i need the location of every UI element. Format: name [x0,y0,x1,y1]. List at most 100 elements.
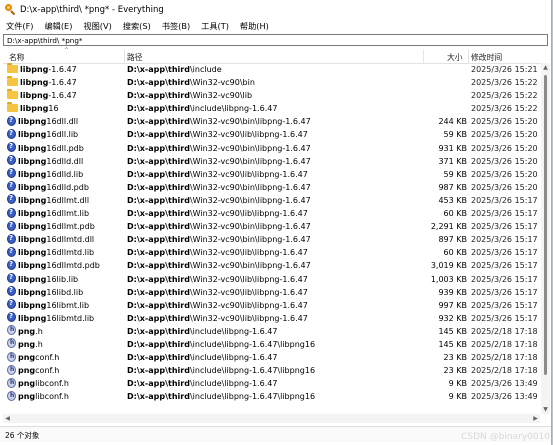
result-name: libpng16libmtd.lib [7,312,125,325]
name-rest: 16dllmtd.pdb [46,261,100,271]
path-match: D:\x-app\third [127,209,190,219]
path-match: D:\x-app\third [127,274,190,284]
result-row[interactable]: libpng16libmt.libD:\x-app\third\Win32-vc… [3,299,540,312]
folder-icon [7,63,18,73]
result-size: 9 KB [448,379,467,389]
path-rest: \include\libpng-1.6.47\libpng16 [189,339,316,349]
result-size: 371 KB [438,156,467,166]
path-match: D:\x-app\third [127,366,190,376]
scroll-thumb[interactable] [544,75,547,375]
scroll-up-arrow-icon[interactable]: ▲ [541,63,550,72]
scroll-left-arrow-icon[interactable]: ◀ [3,414,12,423]
result-row[interactable]: libpng16 D:\x-app\third\include\libpng-1.… [3,102,540,115]
result-row[interactable]: libpng16dllmtd.libD:\x-app\third\Win32-v… [3,246,540,259]
result-row[interactable]: libpng16dllmt.libD:\x-app\third\Win32-vc… [3,207,540,220]
result-path: D:\x-app\third\Win32-vc90\lib\libpng-1.6… [127,128,427,141]
name-rest: 16dlld.pdb [46,182,89,192]
menu-edit[interactable]: 编辑(E) [44,20,72,32]
name-rest: 16dllmt.pdb [46,222,95,232]
result-name: libpng16dll.pdb [7,142,125,155]
result-row[interactable]: png.hD:\x-app\third\include\libpng-1.6.4… [3,325,540,338]
name-match: libpng [18,300,47,310]
result-row[interactable]: libpng16dll.libD:\x-app\third\Win32-vc90… [3,128,540,141]
result-row[interactable]: libpng16dlld.pdbD:\x-app\third\Win32-vc9… [3,181,540,194]
menu-search[interactable]: 搜索(S) [123,20,151,32]
scroll-down-arrow-icon[interactable]: ▼ [541,405,550,414]
name-rest: 16dllmt.lib [46,209,90,219]
result-name: libpng16libmt.lib [7,299,125,312]
vertical-scrollbar[interactable]: ▲ ▼ [541,63,550,414]
result-row[interactable]: libpng-1.6.47 D:\x-app\third\Win32-vc90\b… [3,76,540,89]
name-match: libpng [20,78,49,88]
menu-bookmarks[interactable]: 书签(B) [162,20,190,32]
path-rest: \include\libpng-1.6.47 [189,326,278,336]
column-name-header[interactable]: 名称 [9,52,25,63]
result-row[interactable]: libpng16lib.libD:\x-app\third\Win32-vc90… [3,273,540,286]
path-rest: \Win32-vc90\bin\libpng-1.6.47 [189,195,311,205]
menu-tools[interactable]: 工具(T) [201,20,229,32]
result-row[interactable]: libpng-1.6.47 D:\x-app\third\include 2025/… [3,63,540,76]
result-row[interactable]: libpng16dll.dllD:\x-app\third\Win32-vc90… [3,115,540,128]
result-path: D:\x-app\third\Win32-vc90\bin\libpng-1.6… [127,115,427,128]
column-size-header[interactable]: 大小 [447,52,463,63]
result-size: 939 KB [438,287,467,297]
result-row[interactable]: pngconf.hD:\x-app\third\include\libpng-1… [3,364,540,377]
result-modified: 2025/3/26 15:17 [471,195,538,205]
result-size: 3,019 KB [430,261,467,271]
result-row[interactable]: libpng16dllmt.dllD:\x-app\third\Win32-vc… [3,194,540,207]
result-row[interactable]: pnglibconf.hD:\x-app\third\include\libpn… [3,390,540,403]
dll-icon [7,207,16,219]
menu-view[interactable]: 视图(V) [83,20,111,32]
result-row[interactable]: libpng-1.6.47 D:\x-app\third\Win32-vc90\l… [3,89,540,102]
column-divider[interactable] [468,50,469,63]
result-row[interactable]: png.hD:\x-app\third\include\libpng-1.6.4… [3,338,540,351]
title-bar[interactable]: D:\x-app\third\ *png* - Everything [0,0,551,19]
path-rest: \include\libpng-1.6.47\libpng16 [189,366,316,376]
dll-icon [7,286,16,297]
result-modified: 2025/3/26 15:17 [471,313,538,323]
result-row[interactable]: libpng16dllmtd.dllD:\x-app\third\Win32-v… [3,233,540,246]
result-modified: 2025/3/26 15:22 [471,91,538,101]
horizontal-scrollbar[interactable]: ◀ ▶ [3,414,540,423]
path-match: D:\x-app\third [127,91,190,101]
scroll-right-arrow-icon[interactable]: ▶ [531,414,540,423]
result-modified: 2025/3/26 15:17 [471,300,538,310]
name-rest: 16dll.pdb [46,143,84,153]
result-name: libpng16dlld.pdb [7,181,125,194]
column-divider[interactable] [124,50,125,63]
result-name: libpng16dllmt.dll [7,194,125,207]
name-match: png [18,339,36,349]
column-modified-header[interactable]: 修改时间 [471,52,502,63]
path-rest: \Win32-vc90\lib\libpng-1.6.47 [189,248,308,258]
menu-file[interactable]: 文件(F) [6,20,33,32]
result-path: D:\x-app\third\Win32-vc90\bin [127,76,427,89]
name-rest: 16dllmtd.lib [46,248,95,258]
result-path: D:\x-app\third\Win32-vc90\bin\libpng-1.6… [127,220,427,233]
name-match: libpng [18,130,47,140]
path-rest: \Win32-vc90\bin [189,78,255,88]
search-input[interactable]: D:\x-app\third\ *png* [3,34,548,46]
result-row[interactable]: libpng16libd.libD:\x-app\third\Win32-vc9… [3,286,540,299]
path-rest: \include [189,65,222,74]
result-path: D:\x-app\third\Win32-vc90\lib\libpng-1.6… [127,286,427,299]
result-path: D:\x-app\third\Win32-vc90\lib\libpng-1.6… [127,312,427,325]
name-match: png [18,326,36,336]
result-row[interactable]: libpng16dll.pdbD:\x-app\third\Win32-vc90… [3,142,540,155]
result-row[interactable]: libpng16dllmt.pdbD:\x-app\third\Win32-vc… [3,220,540,233]
result-row[interactable]: pnglibconf.hD:\x-app\third\include\libpn… [3,377,540,390]
result-row[interactable]: libpng16libmtd.libD:\x-app\third\Win32-v… [3,312,540,325]
name-rest: 16dll.dll [46,117,79,127]
dll-icon [7,181,16,192]
result-row[interactable]: pngconf.hD:\x-app\third\include\libpng-1… [3,351,540,364]
result-row[interactable]: libpng16dlld.libD:\x-app\third\Win32-vc9… [3,168,540,181]
column-path-header[interactable]: 路径 [127,52,143,63]
result-size: 932 KB [438,313,467,323]
result-modified: 2025/3/26 15:21 [471,65,538,74]
path-match: D:\x-app\third [127,326,190,336]
menu-help[interactable]: 帮助(H) [240,20,269,32]
column-divider[interactable] [423,50,424,63]
result-row[interactable]: libpng16dlld.dllD:\x-app\third\Win32-vc9… [3,155,540,168]
result-path: D:\x-app\third\include\libpng-1.6.47\lib… [127,364,427,377]
result-row[interactable]: libpng16dllmtd.pdbD:\x-app\third\Win32-v… [3,259,540,272]
name-rest: conf.h [35,366,60,376]
